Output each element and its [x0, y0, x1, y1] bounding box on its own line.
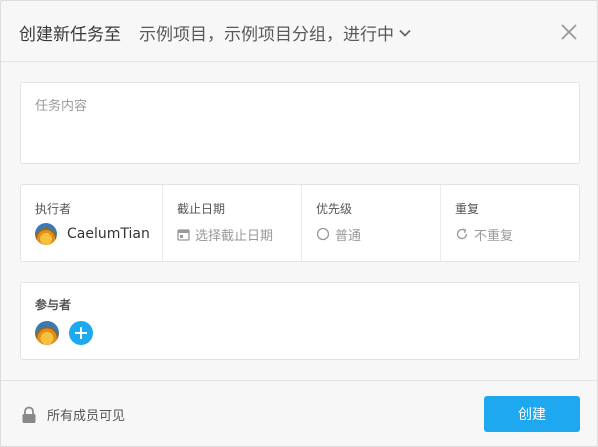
create-button[interactable]: 创建	[484, 396, 580, 432]
assignee-field[interactable]: 执行者 CaelumTian	[21, 185, 163, 261]
due-date-label: 截止日期	[177, 202, 226, 216]
task-fields-card: 执行者 CaelumTian 截止日期 选择截止日期 优先级 普通 重复 不重复	[20, 184, 580, 262]
dialog-footer: 所有成员可见 创建	[1, 380, 597, 446]
repeat-icon	[455, 227, 469, 241]
project-selector[interactable]: 示例项目，示例项目分组，进行中	[139, 20, 412, 45]
priority-text: 普通	[335, 228, 362, 244]
participants-list	[35, 321, 93, 345]
repeat-field[interactable]: 重复 不重复	[441, 185, 579, 261]
assignee-value[interactable]: CaelumTian	[35, 223, 150, 245]
assignee-name: CaelumTian	[67, 226, 150, 242]
close-icon[interactable]	[559, 22, 579, 42]
dialog-title: 创建新任务至	[19, 25, 121, 45]
create-task-dialog: 创建新任务至 示例项目，示例项目分组，进行中 执行者 CaelumTian 截止…	[0, 0, 598, 447]
participants-label: 参与者	[35, 298, 72, 312]
priority-label: 优先级	[316, 202, 353, 216]
task-content-card	[20, 82, 580, 164]
repeat-text: 不重复	[474, 228, 514, 244]
project-selector-label: 示例项目，示例项目分组，进行中	[139, 25, 394, 45]
visibility-toggle[interactable]: 所有成员可见	[21, 405, 125, 424]
assignee-label: 执行者	[35, 202, 72, 216]
avatar	[35, 223, 57, 245]
lock-icon	[22, 406, 36, 423]
due-date-text: 选择截止日期	[195, 228, 274, 244]
priority-field[interactable]: 优先级 普通	[302, 185, 441, 261]
dialog-header: 创建新任务至 示例项目，示例项目分组，进行中	[1, 1, 597, 62]
participant-avatar[interactable]	[35, 321, 59, 345]
due-date-field[interactable]: 截止日期 选择截止日期	[163, 185, 302, 261]
task-content-input[interactable]	[35, 95, 565, 153]
calendar-icon	[177, 228, 190, 241]
add-participant-button[interactable]	[69, 321, 93, 345]
participants-card: 参与者	[20, 282, 580, 360]
repeat-label: 重复	[455, 202, 480, 216]
due-date-value[interactable]: 选择截止日期	[177, 223, 273, 245]
circle-icon	[316, 227, 330, 241]
repeat-value[interactable]: 不重复	[455, 223, 513, 245]
priority-value[interactable]: 普通	[316, 223, 361, 245]
visibility-label: 所有成员可见	[47, 409, 126, 424]
chevron-down-icon	[399, 29, 411, 37]
